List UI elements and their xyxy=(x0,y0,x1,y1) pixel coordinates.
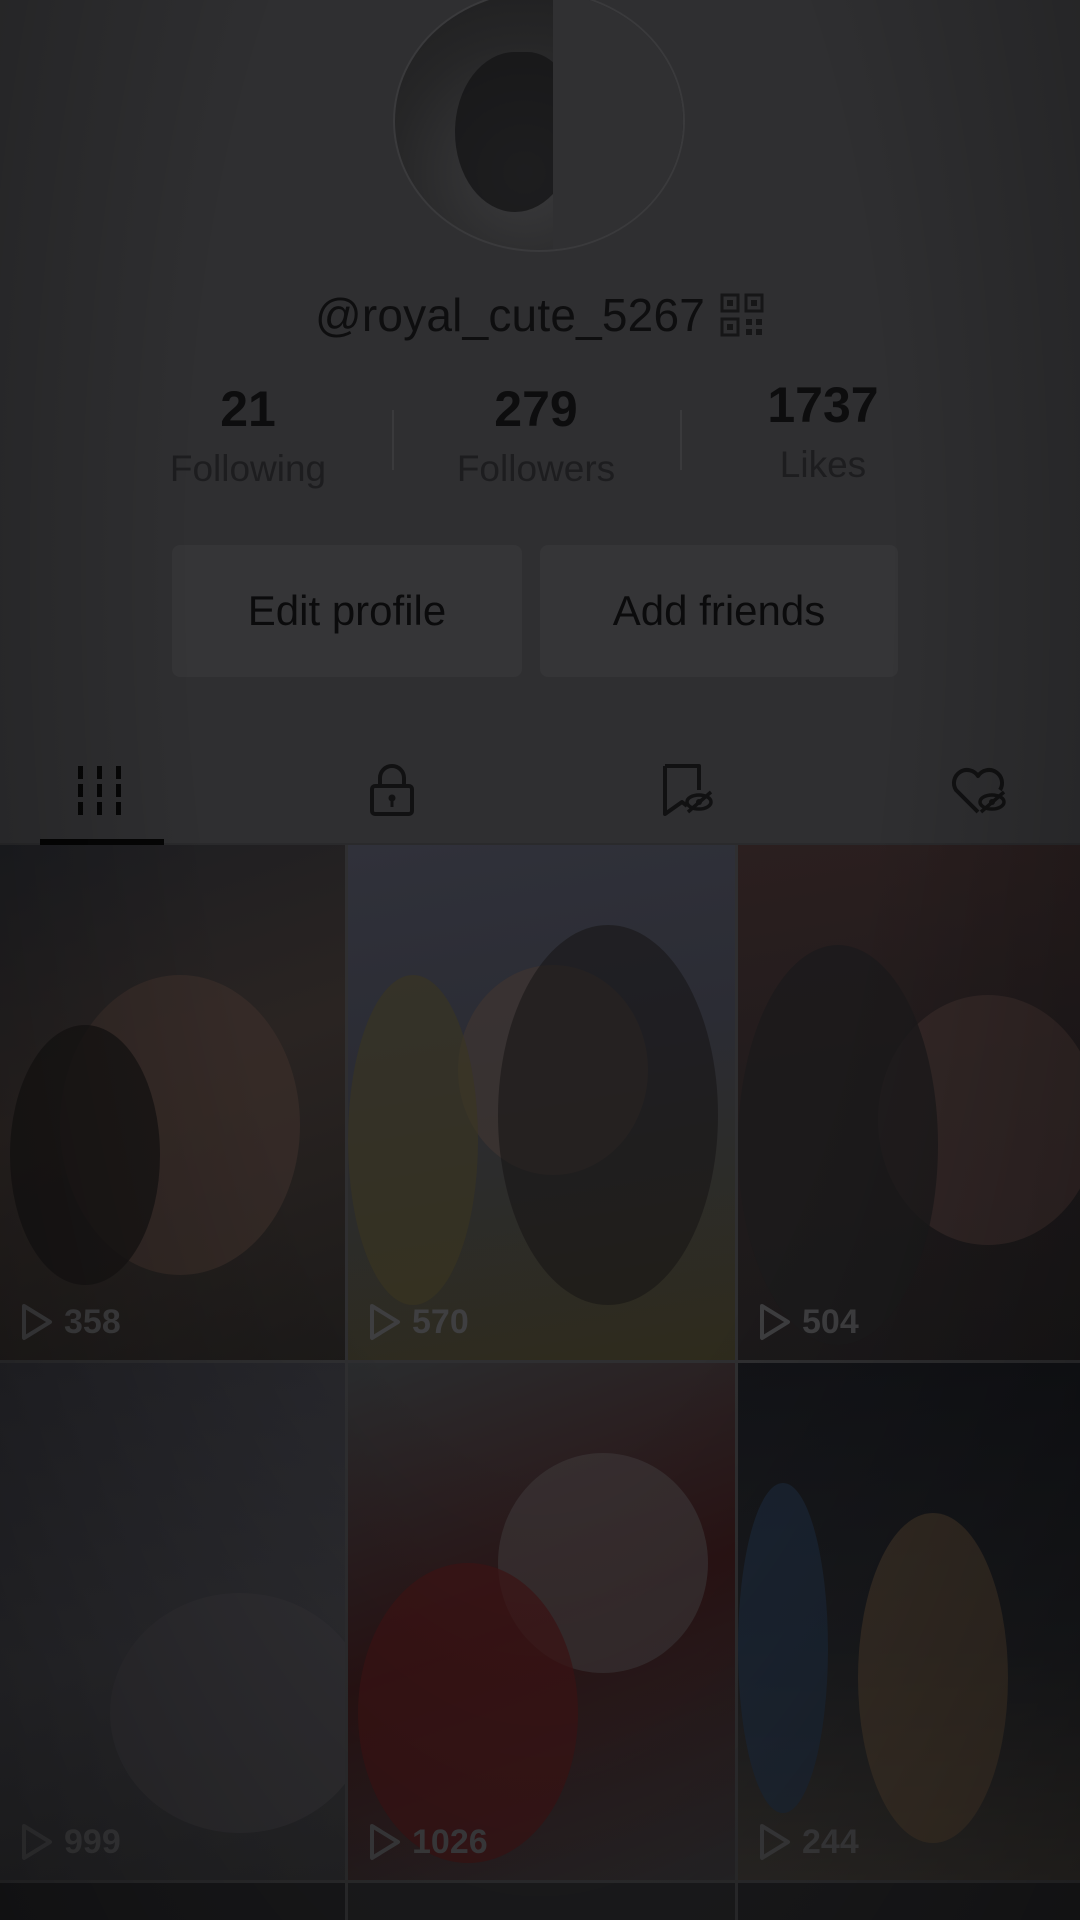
followers-count: 279 xyxy=(494,381,578,437)
view-count: 999 xyxy=(18,1822,121,1862)
tab-videos[interactable] xyxy=(40,735,160,845)
video-thumbnail[interactable]: 1026 xyxy=(348,1363,735,1880)
followers-label: Followers xyxy=(456,448,616,489)
tab-reposts[interactable] xyxy=(625,735,745,845)
video-thumbnail[interactable]: 244 xyxy=(738,1363,1080,1880)
view-count-text: 244 xyxy=(802,1822,859,1861)
stats-divider xyxy=(680,410,682,470)
play-icon xyxy=(760,1824,790,1860)
play-icon xyxy=(370,1304,400,1340)
view-count-text: 570 xyxy=(412,1302,469,1341)
add-friends-button[interactable]: Add friends xyxy=(540,545,898,677)
view-count: 1026 xyxy=(366,1822,488,1862)
thumbnail-figure xyxy=(738,1483,828,1813)
thumbnail-fabric xyxy=(738,945,938,1345)
following-stat[interactable]: 21 Following xyxy=(128,380,368,490)
avatar[interactable] xyxy=(393,0,685,252)
username: @royal_cute_5267 xyxy=(314,289,706,341)
view-count: 570 xyxy=(366,1302,469,1342)
play-icon xyxy=(760,1304,790,1340)
qr-code-icon[interactable] xyxy=(719,292,765,338)
avatar-photo-background xyxy=(553,0,683,250)
view-count-text: 358 xyxy=(64,1302,121,1341)
username-row: @royal_cute_5267 xyxy=(0,280,1080,350)
play-icon xyxy=(370,1824,400,1860)
bookmark-icon xyxy=(663,764,713,816)
thumbnail-subject xyxy=(110,1593,345,1833)
grid-icon xyxy=(78,766,121,815)
video-grid: 358 570 504 999 1026 244 xyxy=(0,845,1080,1920)
view-count-text: 1026 xyxy=(412,1822,488,1861)
likes-count: 1737 xyxy=(767,377,879,433)
thumbnail-hair xyxy=(498,925,718,1305)
edit-profile-button[interactable]: Edit profile xyxy=(172,545,522,677)
liked-heart-icon xyxy=(952,768,1006,814)
following-label: Following xyxy=(169,448,327,489)
view-count-text: 999 xyxy=(64,1822,121,1861)
video-thumbnail[interactable]: 570 xyxy=(348,845,735,1360)
view-count: 358 xyxy=(18,1302,121,1342)
followers-stat[interactable]: 279 Followers xyxy=(416,380,656,490)
play-icon xyxy=(22,1304,52,1340)
thumbnail-hair xyxy=(10,1025,160,1285)
profile-stats: 21 Following 279 Followers 1737 Likes xyxy=(0,377,1080,510)
view-count: 244 xyxy=(756,1822,859,1862)
stats-divider xyxy=(392,410,394,470)
view-count-text: 504 xyxy=(802,1302,859,1341)
play-icon xyxy=(22,1824,52,1860)
tab-private[interactable] xyxy=(332,735,452,845)
video-thumbnail[interactable]: 358 xyxy=(0,845,345,1360)
content-tabs xyxy=(0,735,1080,845)
lock-icon xyxy=(370,764,414,816)
likes-stat[interactable]: 1737 Likes xyxy=(703,376,943,486)
thumbnail-clothing xyxy=(348,975,478,1305)
video-thumbnail[interactable] xyxy=(0,1883,345,1920)
likes-label: Likes xyxy=(779,444,867,485)
thumbnail-subject xyxy=(858,1513,1008,1843)
video-thumbnail[interactable]: 999 xyxy=(0,1363,345,1880)
thumbnail-clothing xyxy=(358,1563,578,1863)
video-thumbnail[interactable]: 504 xyxy=(738,845,1080,1360)
following-count: 21 xyxy=(220,381,276,437)
profile-screen: @royal_cute_5267 21 Following 279 Follow… xyxy=(0,0,1080,1920)
view-count: 504 xyxy=(756,1302,859,1342)
tab-liked[interactable] xyxy=(918,735,1038,845)
video-thumbnail[interactable] xyxy=(738,1883,1080,1920)
video-thumbnail[interactable] xyxy=(348,1883,735,1920)
